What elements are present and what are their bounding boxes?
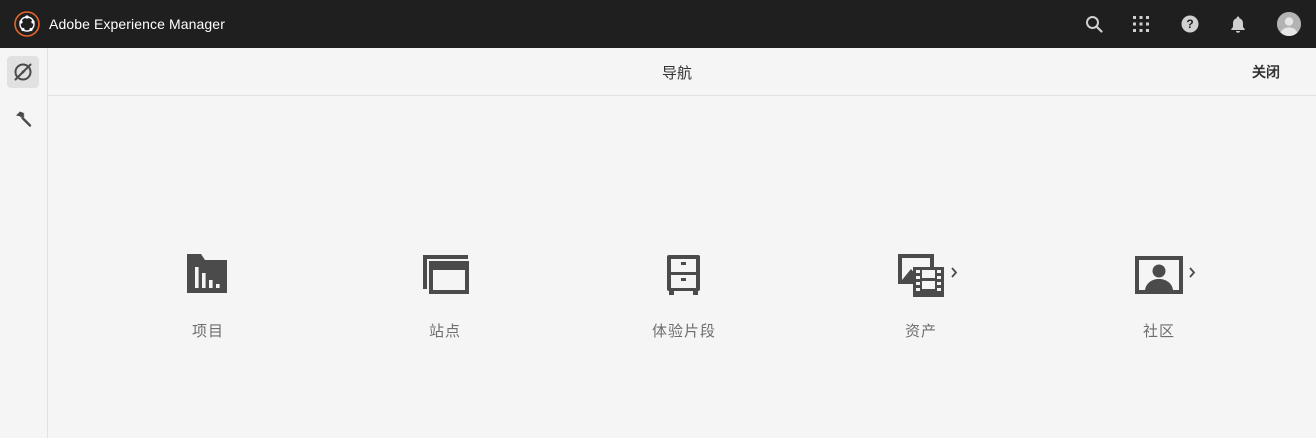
top-bar: Adobe Experience Manager ? bbox=[0, 0, 1316, 48]
app-title: Adobe Experience Manager bbox=[49, 16, 225, 32]
nav-item-assets[interactable]: 资产 bbox=[851, 250, 991, 350]
nav-item-communities[interactable]: 社区 bbox=[1089, 250, 1229, 350]
panel-title: 导航 bbox=[661, 65, 692, 82]
communities-person-icon bbox=[1135, 256, 1196, 294]
nav-item-label: 社区 bbox=[1142, 323, 1175, 340]
navigation-compass-icon bbox=[14, 63, 32, 81]
nav-item-label: 站点 bbox=[428, 323, 461, 340]
nav-item-label: 项目 bbox=[191, 323, 224, 340]
nav-item-label: 体验片段 bbox=[651, 323, 716, 340]
navigation-rail-button[interactable] bbox=[7, 56, 39, 88]
sites-windows-icon bbox=[423, 255, 469, 294]
nav-item-projects[interactable]: 项目 bbox=[138, 250, 278, 350]
close-button[interactable]: 关闭 bbox=[1252, 62, 1280, 82]
tools-hammer-icon bbox=[16, 111, 32, 127]
search-icon[interactable] bbox=[1082, 12, 1106, 36]
bell-icon[interactable] bbox=[1226, 12, 1250, 36]
aem-logo-icon bbox=[14, 11, 40, 37]
assets-image-film-icon bbox=[898, 254, 958, 297]
svg-text:?: ? bbox=[1186, 17, 1193, 31]
user-avatar[interactable] bbox=[1277, 12, 1301, 36]
tools-rail-button[interactable] bbox=[7, 103, 39, 135]
nav-item-experience-fragments[interactable]: 体验片段 bbox=[614, 250, 754, 350]
help-icon[interactable]: ? bbox=[1178, 12, 1202, 36]
experience-fragments-cabinet-icon bbox=[667, 255, 700, 295]
projects-folder-icon bbox=[187, 254, 227, 293]
panel-header: 导航 关闭 bbox=[48, 48, 1316, 96]
apps-grid-icon[interactable] bbox=[1129, 12, 1153, 36]
brand-home-link[interactable]: Adobe Experience Manager bbox=[14, 11, 225, 37]
nav-item-sites[interactable]: 站点 bbox=[375, 250, 515, 350]
nav-item-label: 资产 bbox=[904, 323, 937, 340]
left-rail bbox=[0, 48, 48, 438]
